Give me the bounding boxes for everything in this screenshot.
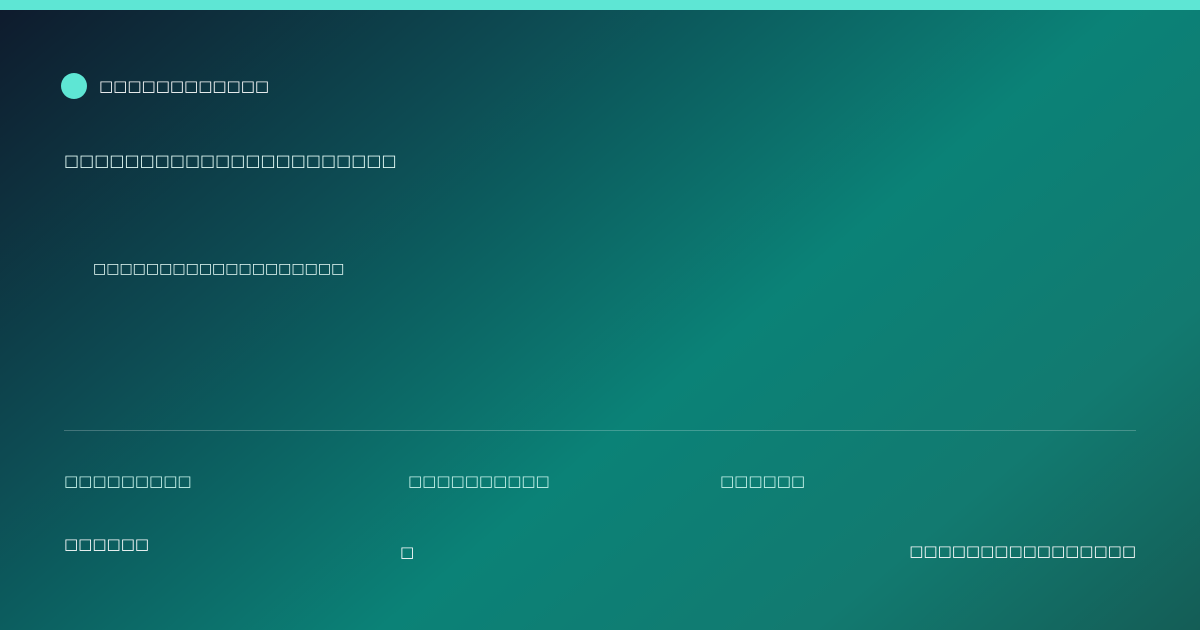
divider xyxy=(64,430,1136,431)
brand-name: □□□□□□□□□□□□ xyxy=(99,77,270,95)
brand: □□□□□□□□□□□□ xyxy=(61,73,269,99)
meta-item-3: □□□□□□ xyxy=(720,472,806,490)
subtext: □□□□□□□□□□□□□□□□□□□ xyxy=(93,261,345,277)
meta-item-1: □□□□□□□□□ xyxy=(64,472,192,490)
footer-right-text: □□□□□□□□□□□□□□□□ xyxy=(909,542,1136,560)
meta-item-2: □□□□□□□□□□ xyxy=(408,472,550,490)
footer-middle-text: □ xyxy=(400,543,415,561)
footer-left-text: □□□□□□ xyxy=(64,535,150,553)
headline: □□□□□□□□□□□□□□□□□□□□□□ xyxy=(64,151,397,170)
brand-dot-icon xyxy=(61,73,87,99)
top-accent-bar xyxy=(0,0,1200,10)
